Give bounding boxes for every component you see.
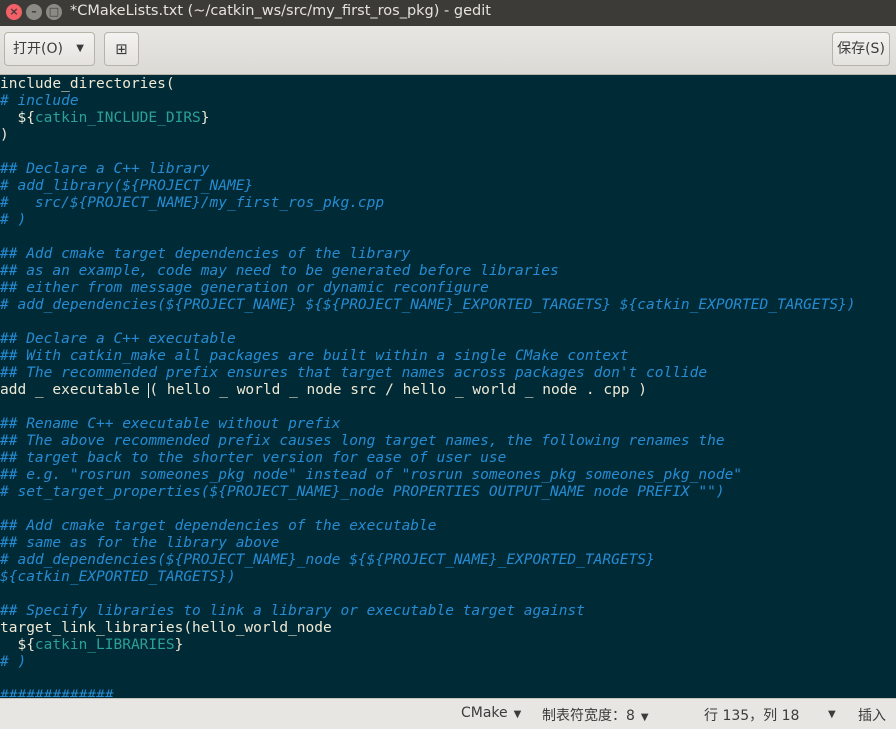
code-token: # include	[0, 93, 79, 109]
cursor-position-label: 行 135，列 18	[704, 708, 800, 724]
code-token: target_link_libraries(hello_world_node	[0, 620, 332, 636]
code-token: # src/${PROJECT_NAME}/my_first_ros_pkg.c…	[0, 195, 385, 211]
insert-mode[interactable]: 插入	[858, 705, 886, 725]
code-line: ## With catkin_make all packages are bui…	[0, 348, 629, 365]
chevron-down-icon: ▼	[76, 43, 84, 54]
language-selector[interactable]: CMake ▼	[461, 705, 521, 721]
code-line: ## Declare a C++ executable	[0, 331, 236, 348]
code-line: # )	[0, 212, 26, 229]
text-editor[interactable]: include_directories(# include ${catkin_I…	[0, 75, 896, 697]
code-line: #############	[0, 688, 114, 697]
cursor-position[interactable]: 行 135，列 18	[704, 705, 799, 725]
code-line: # add_dependencies(${PROJECT_NAME}_node …	[0, 552, 655, 569]
code-line: ## e.g. "rosrun someones_pkg node" inste…	[0, 467, 742, 484]
code-token: # )	[0, 654, 27, 670]
code-token: ## Declare a C++ executable	[0, 331, 236, 347]
code-line: ## either from message generation or dyn…	[0, 280, 489, 297]
open-button[interactable]: 打开(O) ▼	[4, 32, 95, 66]
code-line: ## Add cmake target dependencies of the …	[0, 246, 410, 263]
code-token: ${	[0, 110, 35, 126]
code-line: ${catkin_LIBRARIES}	[0, 637, 183, 654]
code-line: add _ executable ( hello _ world _ node …	[0, 382, 647, 399]
code-token: ## The recommended prefix ensures that t…	[0, 365, 708, 381]
code-line: # )	[0, 654, 26, 671]
code-line: ## Add cmake target dependencies of the …	[0, 518, 437, 535]
code-line: ## The above recommended prefix causes l…	[0, 433, 725, 450]
code-token: )	[0, 127, 9, 143]
chevron-down-icon: ▼	[513, 709, 522, 720]
code-line: ${catkin_INCLUDE_DIRS}	[0, 110, 210, 127]
code-line: ## The recommended prefix ensures that t…	[0, 365, 707, 382]
window-title: *CMakeLists.txt (~/catkin_ws/src/my_firs…	[70, 3, 491, 19]
code-token: add _ executable	[0, 382, 149, 398]
code-token: ## The above recommended prefix causes l…	[0, 433, 725, 449]
code-token: ( hello _ world _ node src / hello _ wor…	[149, 382, 648, 398]
code-line: # add_dependencies(${PROJECT_NAME} ${${P…	[0, 297, 856, 314]
code-token: # add_library(${PROJECT_NAME}	[0, 178, 254, 194]
code-line: # include	[0, 93, 79, 110]
code-line: target_link_libraries(hello_world_node	[0, 620, 332, 637]
code-token: ## either from message generation or dyn…	[0, 280, 489, 296]
code-token: include_directories(	[0, 76, 175, 92]
tab-width-label: 制表符宽度：8	[542, 708, 635, 724]
code-token: ## Add cmake target dependencies of the …	[0, 246, 411, 262]
code-token: # set_target_properties(${PROJECT_NAME}_…	[0, 484, 725, 500]
tab-width-selector[interactable]: 制表符宽度：8 ▼	[542, 705, 649, 725]
new-document-icon: ⊞	[115, 40, 128, 58]
code-line: )	[0, 127, 9, 144]
chevron-down-icon: ▼	[828, 709, 836, 720]
code-token: ## target back to the shorter version fo…	[0, 450, 507, 466]
code-line: # add_library(${PROJECT_NAME}	[0, 178, 253, 195]
code-line: ## Rename C++ executable without prefix	[0, 416, 340, 433]
code-line: ## same as for the library above	[0, 535, 279, 552]
status-bar: CMake ▼ 制表符宽度：8 ▼ 行 135，列 18 ▼ 插入	[0, 698, 896, 729]
save-button[interactable]: 保存(S)	[832, 32, 890, 66]
code-token: ## Add cmake target dependencies of the …	[0, 518, 437, 534]
code-token: ## Rename C++ executable without prefix	[0, 416, 341, 432]
minimize-window-button[interactable]: –	[26, 4, 42, 20]
code-token: }	[174, 637, 184, 653]
code-token: ## same as for the library above	[0, 535, 280, 551]
maximize-window-button[interactable]: □	[46, 4, 62, 20]
code-line: # src/${PROJECT_NAME}/my_first_ros_pkg.c…	[0, 195, 384, 212]
code-token: catkin_LIBRARIES	[34, 637, 175, 653]
code-token: ## as an example, code may need to be ge…	[0, 263, 559, 279]
code-token: # )	[0, 212, 27, 228]
code-token: }	[200, 110, 210, 126]
position-dropdown[interactable]: ▼	[822, 705, 836, 721]
title-bar: × – □ *CMakeLists.txt (~/catkin_ws/src/m…	[0, 0, 896, 26]
open-button-label: 打开(O)	[13, 41, 63, 57]
code-token: ## e.g. "rosrun someones_pkg node" inste…	[0, 467, 743, 483]
header-bar: 打开(O) ▼ ⊞ 保存(S)	[0, 26, 896, 75]
code-line: ## Declare a C++ library	[0, 161, 210, 178]
code-token: ${	[0, 637, 35, 653]
code-token: catkin_INCLUDE_DIRS	[34, 110, 201, 126]
code-line: # set_target_properties(${PROJECT_NAME}_…	[0, 484, 725, 501]
new-document-button[interactable]: ⊞	[104, 32, 139, 66]
code-token: # add_dependencies(${PROJECT_NAME}_node …	[0, 552, 655, 568]
code-token: ## With catkin_make all packages are bui…	[0, 348, 629, 364]
close-window-button[interactable]: ×	[6, 4, 22, 20]
code-token: ## Declare a C++ library	[0, 161, 210, 177]
code-line: ## as an example, code may need to be ge…	[0, 263, 559, 280]
code-line: include_directories(	[0, 76, 175, 93]
code-line: ## target back to the shorter version fo…	[0, 450, 506, 467]
code-token: #############	[0, 688, 114, 697]
code-token: # add_dependencies(${PROJECT_NAME} ${${P…	[0, 297, 856, 313]
code-token: ${catkin_EXPORTED_TARGETS})	[0, 569, 236, 585]
code-token: ## Specify libraries to link a library o…	[0, 603, 585, 619]
code-line: ## Specify libraries to link a library o…	[0, 603, 585, 620]
language-label: CMake	[461, 705, 508, 721]
code-line: ${catkin_EXPORTED_TARGETS})	[0, 569, 236, 586]
chevron-down-icon: ▼	[640, 712, 649, 723]
